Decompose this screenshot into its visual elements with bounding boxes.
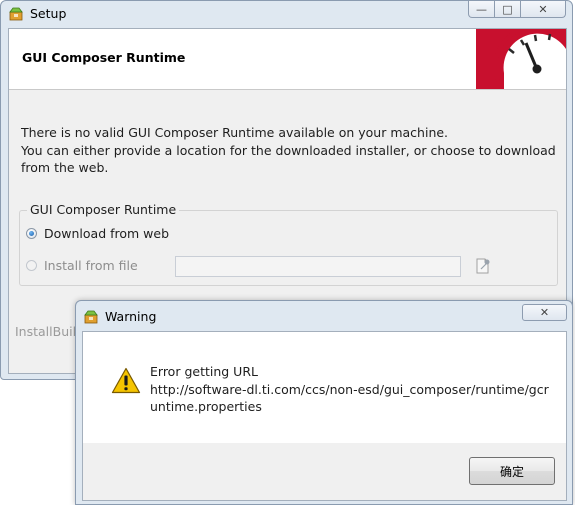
warning-triangle-icon [111,367,141,394]
close-icon: ✕ [538,2,548,16]
header-band: GUI Composer Runtime [9,29,566,90]
minimize-icon: — [476,2,487,16]
install-file-radio-label: Install from file [44,258,138,273]
file-path-field [175,256,461,277]
close-button[interactable]: ✕ [521,1,566,18]
warning-close-button[interactable]: ✕ [522,304,567,321]
speedometer-gauge-icon [476,29,566,89]
install-file-radio [26,260,37,271]
warning-message: Error getting URL http://software-dl.ti.… [150,364,549,414]
setup-title: Setup [30,6,67,21]
download-radio[interactable] [26,228,37,239]
installbuilder-brand: InstallBuild [15,324,85,339]
setup-titlebar[interactable]: Setup — □ ✕ [1,1,572,27]
caption-buttons: — □ ✕ [468,1,566,19]
warning-body: Error getting URL http://software-dl.ti.… [82,331,567,501]
intro-text: There is no valid GUI Composer Runtime a… [21,125,556,175]
download-radio-label: Download from web [44,226,170,241]
download-from-web-option[interactable]: Download from web [26,226,169,241]
runtime-source-group: GUI Composer Runtime Download from web I… [19,202,558,286]
group-label: GUI Composer Runtime [27,202,180,217]
warning-title: Warning [105,309,157,324]
warning-message-area: Error getting URL http://software-dl.ti.… [83,332,566,443]
installer-box-icon [84,310,98,324]
warning-dialog: Warning ✕ Error getting URL http://softw… [75,300,573,505]
ok-button[interactable]: 确定 [469,457,555,485]
page-title: GUI Composer Runtime [22,50,186,65]
install-from-file-option: Install from file [26,258,138,273]
maximize-icon: □ [502,2,513,16]
minimize-button[interactable]: — [468,1,495,18]
installer-box-icon [9,7,23,21]
maximize-button[interactable]: □ [495,1,521,18]
ok-button-label: 确定 [499,464,524,479]
browse-file-icon [476,258,490,274]
close-icon: ✕ [539,306,550,319]
